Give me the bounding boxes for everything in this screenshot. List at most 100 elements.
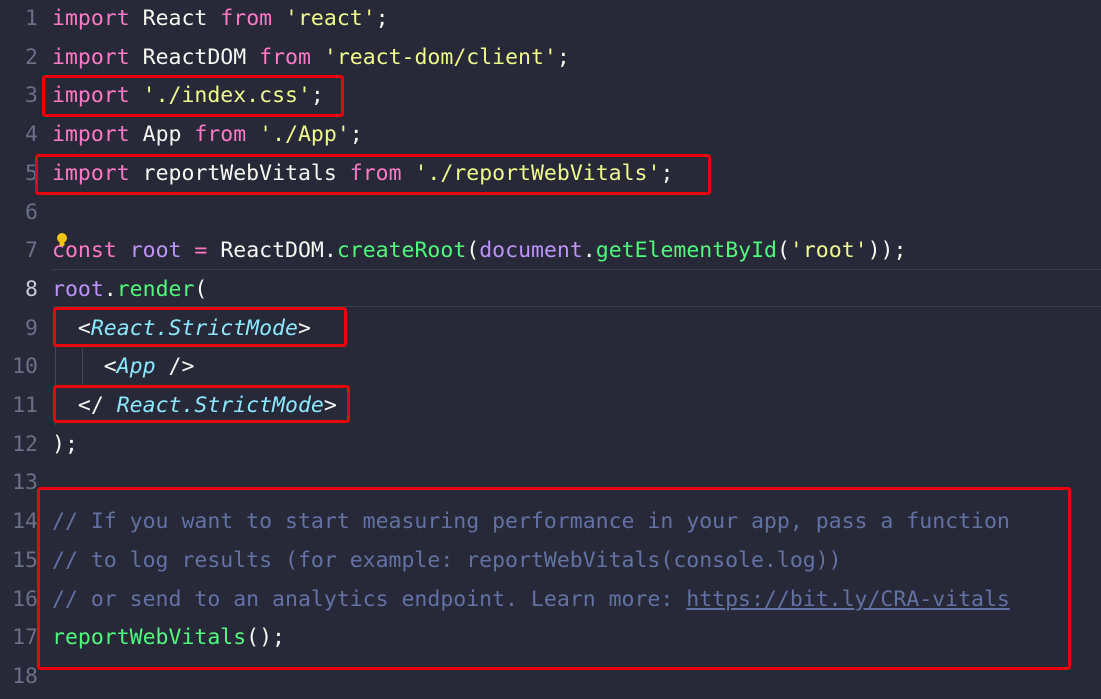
line-number: 12 [12, 431, 38, 457]
variable-token: root [52, 276, 104, 302]
jsx-tag-token: React.StrictMode [116, 393, 324, 418]
code-line[interactable]: 7 const root = ReactDOM.createRoot(docume… [0, 232, 1101, 271]
function-token: createRoot [336, 238, 467, 264]
code-text: reportWebVitals(); [52, 619, 285, 658]
code-text: ); [52, 426, 78, 465]
code-line[interactable]: 4 import App from './App'; [0, 116, 1101, 155]
code-text: const root = ReactDOM.createRoot(documen… [52, 232, 906, 271]
string-token: 'root' [789, 238, 868, 264]
function-token: getElementById [595, 238, 777, 264]
line-number: 7 [25, 238, 38, 264]
code-line[interactable]: 10 <App /> [0, 348, 1101, 387]
code-token: ; [375, 6, 389, 31]
keyword-token: import [52, 44, 130, 70]
line-number: 15 [12, 547, 38, 573]
code-token: ); [52, 431, 78, 457]
comment-token: // If you want to start measuring perfor… [52, 509, 1010, 535]
string-token: 'react' [285, 6, 376, 31]
code-token: > [297, 315, 311, 341]
link-token[interactable]: https://bit.ly/CRA-vitals [686, 587, 1010, 612]
code-line[interactable]: 2 import ReactDOM from 'react-dom/client'… [0, 39, 1101, 78]
jsx-tag-token: App [116, 354, 156, 380]
line-number: 9 [25, 315, 38, 341]
code-token: ( [776, 238, 790, 264]
line-number: 1 [25, 6, 38, 31]
code-editor[interactable]: 1 import React from 'react'; 2 import React… [0, 0, 1101, 699]
string-token: './reportWebVitals' [414, 160, 661, 186]
code-token: React [142, 6, 208, 31]
line-number: 3 [25, 83, 38, 109]
string-token: 'react-dom/client' [323, 44, 557, 70]
code-line[interactable]: 9 <React.StrictMode> [0, 310, 1101, 349]
code-token: ( [466, 238, 480, 264]
code-text: import reportWebVitals from './reportWeb… [52, 155, 673, 194]
code-text: import App from './App'; [52, 116, 363, 155]
keyword-token: import [52, 160, 130, 186]
line-number: 10 [12, 354, 38, 380]
code-text: root.render( [52, 271, 207, 310]
code-token: > [323, 393, 337, 418]
code-token: . [582, 238, 596, 264]
line-number: 4 [25, 122, 38, 148]
code-line[interactable]: 12); [0, 426, 1101, 465]
code-line[interactable]: 5 import reportWebVitals from './reportWe… [0, 155, 1101, 194]
code-token: )); [867, 238, 907, 264]
code-line[interactable]: 3 import './index.css'; [0, 77, 1101, 116]
code-line[interactable]: 14 // If you want to start measuring perf… [0, 503, 1101, 542]
code-token: (); [246, 625, 286, 651]
code-token: . [103, 276, 117, 302]
keyword-token: from [349, 160, 402, 186]
code-text: import ReactDOM from 'react-dom/client'; [52, 39, 570, 78]
keyword-token: import [52, 6, 130, 31]
code-line[interactable]: 1 import React from 'react'; [0, 0, 1101, 39]
code-text: // or send to an analytics endpoint. Lea… [52, 581, 1010, 620]
line-number: 6 [25, 199, 38, 225]
keyword-token: import [52, 83, 130, 109]
variable-token: root [129, 238, 182, 264]
code-text: import './index.css'; [52, 77, 324, 116]
line-number: 16 [12, 586, 38, 612]
code-token: ; [556, 44, 570, 70]
code-text: <App /> [52, 348, 195, 387]
string-token: './App' [259, 122, 350, 148]
code-text: // If you want to start measuring perfor… [52, 503, 1010, 542]
code-token: ; [349, 122, 363, 148]
variable-token: document [479, 238, 583, 264]
code-token: < [52, 315, 91, 341]
code-line[interactable]: 17 reportWebVitals(); [0, 619, 1101, 658]
keyword-token: import [52, 122, 130, 148]
code-line[interactable]: 6 [0, 194, 1101, 233]
line-number: 14 [12, 509, 38, 535]
code-token: reportWebVitals [142, 160, 337, 186]
code-line[interactable]: 8 root.render( [0, 271, 1101, 310]
jsx-tag-token: React.StrictMode [90, 315, 298, 341]
code-token: </ [52, 393, 104, 418]
code-token: App [142, 122, 182, 148]
code-line[interactable]: 15 // to log results (for example: report… [0, 542, 1101, 581]
operator-token: = [194, 238, 208, 264]
code-token: ( [194, 276, 208, 302]
code-line[interactable]: 18 [0, 658, 1101, 697]
code-text: // to log results (for example: reportWe… [52, 542, 842, 581]
line-number: 17 [12, 625, 38, 651]
code-token: ReactDOM [142, 44, 247, 70]
code-text: import React from 'react'; [52, 0, 389, 39]
function-token: render [116, 276, 195, 302]
code-text: </ React.StrictMode> [52, 387, 337, 426]
string-token: './index.css' [142, 83, 311, 109]
function-token: reportWebVitals [52, 625, 247, 651]
code-token: ; [660, 160, 674, 186]
code-line[interactable]: 11 </ React.StrictMode> [0, 387, 1101, 426]
code-token: /> [155, 354, 195, 380]
lightbulb-icon[interactable] [56, 232, 68, 248]
code-token: ReactDOM. [220, 238, 337, 264]
line-number: 18 [12, 663, 38, 689]
code-token: ; [310, 83, 324, 109]
code-line[interactable]: 16 // or send to an analytics endpoint. L… [0, 581, 1101, 620]
comment-token: // or send to an analytics endpoint. Lea… [52, 586, 687, 612]
line-number: 5 [25, 160, 38, 186]
code-text: <React.StrictMode> [52, 310, 311, 349]
code-line[interactable]: 13 [0, 464, 1101, 503]
keyword-token: from [259, 44, 311, 70]
keyword-token: from [194, 122, 247, 148]
